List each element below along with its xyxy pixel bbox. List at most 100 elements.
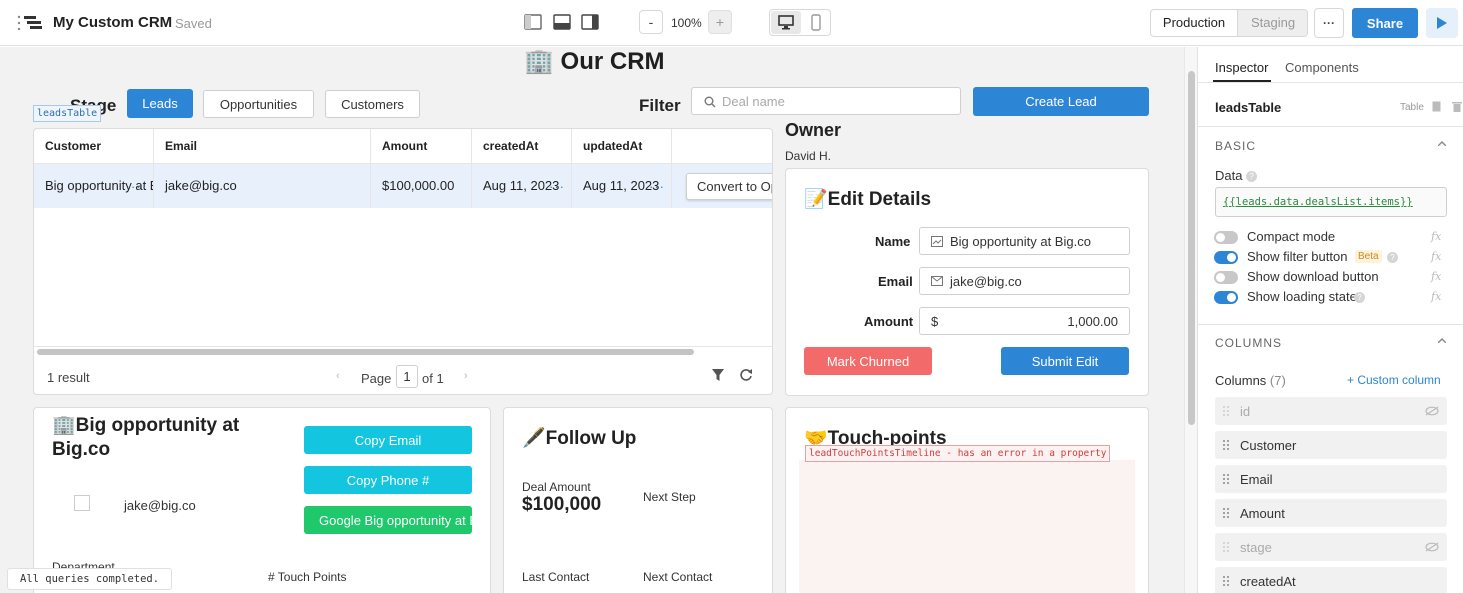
deal-name-filter-input[interactable]: Deal name bbox=[691, 87, 961, 115]
lead-email: jake@big.co bbox=[124, 498, 196, 513]
data-code-input[interactable]: {{leads.data.dealsList.items}} bbox=[1215, 187, 1447, 217]
fx-icon[interactable]: fx bbox=[1431, 290, 1441, 303]
eye-off-icon[interactable] bbox=[1425, 542, 1439, 552]
desktop-icon bbox=[778, 15, 794, 30]
desktop-view-button[interactable] bbox=[771, 11, 801, 34]
column-item[interactable]: createdAt bbox=[1215, 567, 1447, 593]
drag-handle-icon[interactable] bbox=[17, 15, 21, 31]
cell-email: jake@big.co bbox=[154, 164, 371, 208]
table-header: Customer Email Amount createdAt updatedA… bbox=[34, 129, 772, 164]
show-filter-toggle[interactable] bbox=[1214, 251, 1238, 264]
environment-switch: Production Staging bbox=[1150, 9, 1308, 37]
amount-field[interactable]: $ 1,000.00 bbox=[919, 307, 1130, 335]
show-download-toggle[interactable] bbox=[1214, 271, 1238, 284]
trash-icon[interactable] bbox=[1452, 101, 1462, 112]
column-item[interactable]: Email bbox=[1215, 465, 1447, 493]
tab-inspector[interactable]: Inspector bbox=[1215, 60, 1268, 75]
zoom-out-button[interactable]: - bbox=[639, 10, 663, 34]
chevron-up-icon[interactable] bbox=[1438, 141, 1446, 146]
copy-email-button[interactable]: Copy Email bbox=[304, 426, 472, 454]
divider bbox=[1198, 126, 1463, 127]
tab-leads[interactable]: Leads bbox=[127, 89, 193, 118]
column-item[interactable]: Customer bbox=[1215, 431, 1447, 459]
add-custom-column-link[interactable]: + Custom column bbox=[1347, 373, 1441, 387]
header-updatedat[interactable]: updatedAt bbox=[572, 129, 672, 163]
name-field[interactable]: Big opportunity at Big.co bbox=[919, 227, 1130, 255]
header-customer[interactable]: Customer bbox=[34, 129, 154, 163]
create-lead-button[interactable]: Create Lead bbox=[973, 87, 1149, 116]
mail-icon bbox=[931, 276, 943, 286]
email-field[interactable]: jake@big.co bbox=[919, 267, 1130, 295]
page-label: Page bbox=[361, 371, 392, 386]
column-name: Amount bbox=[1240, 506, 1285, 521]
search-icon bbox=[704, 96, 716, 108]
header-amount[interactable]: Amount bbox=[371, 129, 472, 163]
copy-phone-button[interactable]: Copy Phone # bbox=[304, 466, 472, 494]
drag-handle-icon bbox=[1223, 474, 1229, 484]
env-production-button[interactable]: Production bbox=[1151, 10, 1238, 36]
column-item[interactable]: id bbox=[1215, 397, 1447, 425]
amount-label: Amount bbox=[864, 314, 914, 329]
right-panel-icon[interactable] bbox=[581, 14, 599, 30]
cell-menu-icon[interactable]: ··· bbox=[549, 179, 565, 194]
chevron-up-icon[interactable] bbox=[1438, 338, 1446, 343]
basic-section-title[interactable]: BASIC bbox=[1215, 139, 1256, 153]
bottom-panel-icon[interactable] bbox=[553, 14, 571, 30]
next-contact-label: Next Contact bbox=[643, 570, 713, 584]
preview-button[interactable] bbox=[1426, 8, 1458, 38]
drag-handle-icon bbox=[1223, 440, 1229, 450]
tab-components[interactable]: Components bbox=[1285, 60, 1359, 75]
drag-handle-icon bbox=[1223, 508, 1229, 518]
help-icon: ? bbox=[1387, 252, 1398, 263]
touch-points-card: 🤝Touch-points leadTouchPointsTimeline - … bbox=[785, 407, 1149, 593]
document-icon[interactable] bbox=[1432, 101, 1441, 112]
submit-edit-button[interactable]: Submit Edit bbox=[1001, 347, 1129, 375]
amount-value: 1,000.00 bbox=[1067, 314, 1118, 329]
google-search-button[interactable]: Google Big opportunity at Big.co bbox=[304, 506, 472, 534]
next-page-icon[interactable]: › bbox=[464, 370, 468, 382]
mobile-view-button[interactable] bbox=[807, 14, 827, 32]
column-item[interactable]: Amount bbox=[1215, 499, 1447, 527]
fx-icon[interactable]: fx bbox=[1431, 230, 1441, 243]
fx-icon[interactable]: fx bbox=[1431, 270, 1441, 283]
cell-menu-icon[interactable]: ··· bbox=[131, 179, 147, 194]
refresh-icon[interactable] bbox=[739, 368, 753, 382]
page-number-input[interactable]: 1 bbox=[396, 365, 418, 388]
filter-icon[interactable] bbox=[712, 369, 724, 381]
edit-details-title: 📝Edit Details bbox=[804, 189, 932, 210]
deal-amount-label: Deal Amount bbox=[522, 480, 591, 494]
table-horizontal-scrollbar[interactable] bbox=[37, 349, 694, 355]
tab-customers[interactable]: Customers bbox=[325, 90, 420, 118]
share-button[interactable]: Share bbox=[1352, 8, 1418, 38]
beta-badge: Beta bbox=[1355, 250, 1382, 263]
convert-to-opportunity-button[interactable]: Convert to Opportunity bbox=[686, 173, 772, 200]
drag-handle-icon bbox=[1223, 576, 1229, 586]
canvas-scrollbar-thumb[interactable] bbox=[1188, 71, 1195, 425]
eye-off-icon[interactable] bbox=[1425, 406, 1439, 416]
leads-table[interactable]: Customer Email Amount createdAt updatedA… bbox=[33, 128, 773, 395]
header-email[interactable]: Email bbox=[154, 129, 371, 163]
avatar bbox=[74, 495, 90, 511]
touch-points-label: # Touch Points bbox=[268, 570, 347, 584]
app-logo-icon bbox=[24, 14, 44, 32]
columns-section-title[interactable]: COLUMNS bbox=[1215, 336, 1282, 350]
component-name[interactable]: leadsTable bbox=[1215, 100, 1281, 115]
compact-mode-toggle[interactable] bbox=[1214, 231, 1238, 244]
column-item[interactable]: stage bbox=[1215, 533, 1447, 561]
name-value: Big opportunity at Big.co bbox=[950, 234, 1091, 249]
mark-churned-button[interactable]: Mark Churned bbox=[804, 347, 932, 375]
tab-opportunities[interactable]: Opportunities bbox=[203, 90, 314, 118]
header-createdat[interactable]: createdAt bbox=[472, 129, 572, 163]
divider bbox=[34, 346, 772, 347]
left-panel-icon[interactable] bbox=[524, 14, 542, 30]
more-button[interactable]: ··· bbox=[1314, 8, 1344, 38]
show-loading-toggle[interactable] bbox=[1214, 291, 1238, 304]
env-staging-button[interactable]: Staging bbox=[1238, 10, 1307, 36]
help-icon: ? bbox=[1246, 171, 1258, 183]
cell-menu-icon[interactable]: ··· bbox=[649, 179, 665, 194]
zoom-in-button[interactable]: + bbox=[708, 10, 732, 34]
divider bbox=[1198, 324, 1463, 325]
app-title[interactable]: My Custom CRM bbox=[53, 14, 172, 31]
prev-page-icon[interactable]: ‹ bbox=[336, 370, 340, 382]
fx-icon[interactable]: fx bbox=[1431, 250, 1441, 263]
